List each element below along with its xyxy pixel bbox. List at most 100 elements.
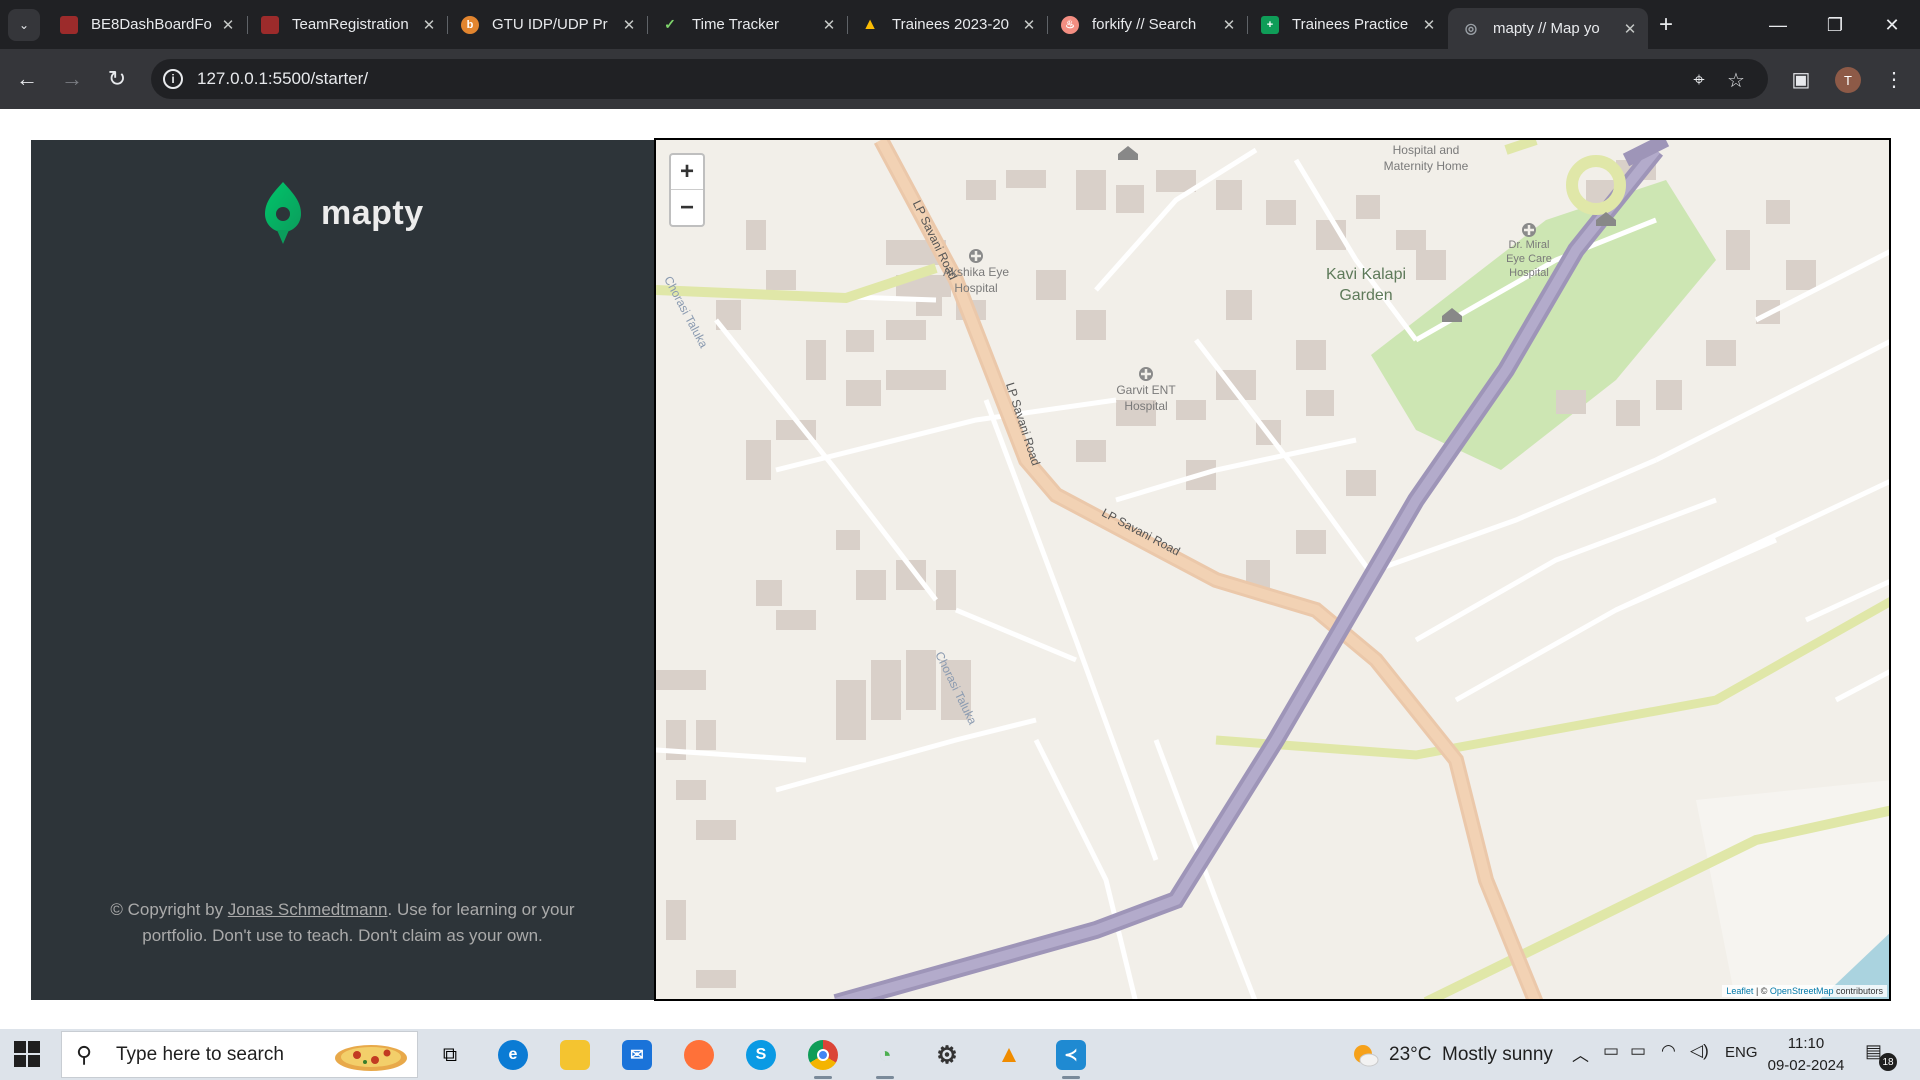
tab-title: Time Tracker — [692, 16, 779, 33]
close-tab-icon[interactable]: ✕ — [1021, 16, 1037, 34]
mail-app[interactable]: ✉ — [614, 1035, 660, 1075]
close-window-button[interactable]: ✕ — [1872, 10, 1912, 40]
tab-title: BE8DashBoardFo — [91, 16, 212, 33]
site-info-icon[interactable]: i — [163, 69, 183, 89]
google-sheets-icon: + — [1261, 15, 1279, 34]
copyright-text: © Copyright by Jonas Schmedtmann. Use fo… — [81, 897, 604, 949]
google-drive-icon: ▲ — [862, 15, 878, 33]
file-explorer-app[interactable] — [552, 1035, 598, 1075]
restore-button[interactable]: ❐ — [1815, 10, 1855, 40]
reload-button[interactable]: ↻ — [99, 61, 135, 97]
task-view-button[interactable]: ⧉ — [427, 1035, 473, 1075]
firefox-app[interactable] — [676, 1035, 722, 1075]
label-garvit-hospital: Garvit ENT Hospital — [1116, 383, 1176, 413]
tab-mapty[interactable]: ◎ mapty // Map yo ✕ — [1448, 8, 1648, 49]
skype-app[interactable]: S — [738, 1035, 784, 1075]
arrow-left-icon: ← — [16, 66, 38, 91]
check-icon: ✓ — [664, 16, 676, 32]
favicon-icon — [60, 15, 78, 34]
gear-icon: ⚙ — [936, 1041, 958, 1069]
logo-text: mapty — [321, 193, 424, 232]
map-tiles — [656, 140, 1889, 999]
close-tab-icon[interactable]: ✕ — [1622, 20, 1638, 38]
tab-forkify[interactable]: ♨ forkify // Search ✕ — [1047, 8, 1247, 41]
volume-icon[interactable]: ◁) — [1690, 1041, 1709, 1061]
garden-area — [1371, 180, 1716, 470]
author-link[interactable]: Jonas Schmedtmann — [228, 900, 388, 919]
close-icon: ✕ — [1884, 14, 1900, 35]
close-tab-icon[interactable]: ✕ — [1421, 16, 1437, 34]
vlc-cone-icon: ▲ — [997, 1041, 1021, 1068]
tab-search-button[interactable]: ⌄ — [8, 9, 40, 41]
map[interactable]: Hospital and Maternity Home Akshika Eye … — [654, 138, 1891, 1001]
close-tab-icon[interactable]: ✕ — [1221, 16, 1237, 34]
mail-icon: ✉ — [622, 1040, 652, 1070]
tab-time-tracker[interactable]: ✓ Time Tracker ✕ — [647, 8, 847, 41]
clock-time: 11:10 — [1787, 1035, 1825, 1052]
vscode-icon: ≺ — [1056, 1040, 1086, 1070]
bitcoin-icon: b — [461, 15, 479, 34]
notification-center-button[interactable]: ▤ 18 — [1865, 1041, 1897, 1071]
windows-start-icon[interactable] — [14, 1041, 40, 1067]
browser-toolbar: ← → ↻ i 127.0.0.1:5500/starter/ ⌖ ☆ ▣ ⋮ — [0, 49, 1920, 109]
time-tracker-app[interactable]: ◔ — [862, 1035, 908, 1079]
language-indicator[interactable]: ENG — [1725, 1044, 1758, 1061]
partly-sunny-icon — [1354, 1045, 1379, 1067]
clock-date: 09-02-2024 — [1767, 1057, 1845, 1074]
tab-trainees-sheet[interactable]: + Trainees Practice ✕ — [1247, 8, 1447, 41]
tab-trainees-drive[interactable]: ▲ Trainees 2023-20 ✕ — [847, 8, 1047, 41]
logo: mapty — [263, 180, 424, 246]
tab-gtu-idp[interactable]: b GTU IDP/UDP Pr ✕ — [447, 8, 647, 41]
tab-title: TeamRegistration — [292, 16, 409, 33]
clock[interactable]: 11:10 09-02-2024 — [1766, 1033, 1846, 1077]
leaflet-link[interactable]: Leaflet — [1726, 986, 1753, 996]
vscode-app[interactable]: ≺ — [1048, 1035, 1094, 1079]
map-attribution: Leaflet | © OpenStreetMap contributors — [1722, 985, 1887, 997]
close-tab-icon[interactable]: ✕ — [821, 16, 837, 34]
bookmark-star-icon[interactable]: ☆ — [1723, 67, 1749, 93]
new-tab-button[interactable]: + — [1651, 10, 1681, 40]
chrome-app[interactable] — [800, 1035, 846, 1079]
forward-button[interactable]: → — [54, 61, 90, 97]
osm-link[interactable]: OpenStreetMap — [1770, 986, 1834, 996]
search-icon: ⚲ — [76, 1041, 93, 1067]
weather-widget[interactable]: 23°C Mostly sunny — [1351, 1041, 1553, 1069]
hidden-icons-chevron-icon[interactable]: ︿ — [1572, 1041, 1589, 1066]
skype-icon: S — [746, 1040, 776, 1070]
arrow-right-icon: → — [61, 66, 83, 91]
address-bar[interactable]: i 127.0.0.1:5500/starter/ ⌖ ☆ — [151, 59, 1768, 99]
menu-kebab-icon[interactable]: ⋮ — [1876, 61, 1912, 97]
pizza-doodle-icon — [335, 1045, 407, 1071]
location-pin-icon[interactable]: ⌖ — [1686, 67, 1712, 93]
weather-text: Mostly sunny — [1442, 1044, 1553, 1065]
map-pin-icon — [265, 182, 301, 244]
zoom-in-button[interactable]: + — [671, 155, 703, 190]
back-button[interactable]: ← — [9, 61, 45, 97]
battery-icon[interactable]: ▭ — [1630, 1041, 1646, 1061]
vlc-app[interactable]: ▲ — [986, 1035, 1032, 1075]
url-text[interactable]: 127.0.0.1:5500/starter/ — [197, 69, 368, 89]
copyright-prefix: © Copyright by — [110, 900, 228, 919]
profile-avatar[interactable]: T — [1835, 67, 1861, 93]
tab-teamregistration[interactable]: TeamRegistration ✕ — [247, 8, 447, 41]
label-miral-hospital: Dr. Miral Eye Care Hospital — [1506, 239, 1552, 279]
close-tab-icon[interactable]: ✕ — [220, 16, 236, 34]
close-tab-icon[interactable]: ✕ — [421, 16, 437, 34]
zoom-out-button[interactable]: − — [671, 190, 703, 225]
tab-title: forkify // Search — [1092, 16, 1197, 33]
tab-be8dashboard[interactable]: BE8DashBoardFo ✕ — [46, 8, 246, 41]
wifi-icon[interactable]: ◠ — [1661, 1041, 1676, 1061]
taskbar-search[interactable]: ⚲ Type here to search — [61, 1031, 418, 1078]
side-panel-icon[interactable]: ▣ — [1783, 61, 1819, 97]
edge-app[interactable]: e — [490, 1035, 536, 1075]
firefox-icon — [684, 1040, 714, 1070]
close-tab-icon[interactable]: ✕ — [621, 16, 637, 34]
label-kavi-kalapi-garden: Kavi Kalapi Garden — [1325, 266, 1407, 304]
favicon-icon — [261, 15, 279, 34]
clock-check-icon: ◔ — [878, 1042, 892, 1067]
minimize-icon: — — [1769, 14, 1787, 35]
settings-app[interactable]: ⚙ — [924, 1035, 970, 1075]
meet-icon[interactable]: ▭ — [1603, 1041, 1619, 1061]
minimize-button[interactable]: — — [1758, 10, 1798, 40]
search-placeholder: Type here to search — [116, 1043, 284, 1065]
